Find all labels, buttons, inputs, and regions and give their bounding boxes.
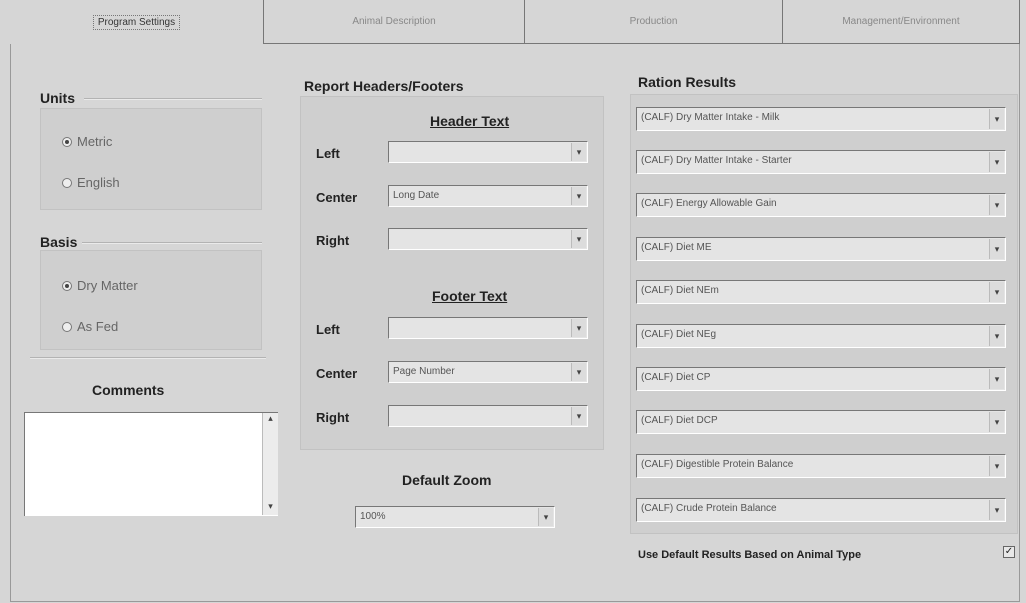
header-right-select[interactable]: ▾ [388, 228, 588, 250]
header-center-value: Long Date [393, 190, 440, 201]
basis-divider [82, 242, 262, 244]
units-divider [84, 98, 262, 100]
ration-results-title: Ration Results [638, 74, 737, 90]
chevron-down-icon[interactable]: ▾ [989, 195, 1004, 215]
header-right-label: Right [316, 233, 350, 248]
ration-result-value: (CALF) Crude Protein Balance [641, 503, 777, 514]
chevron-down-icon[interactable]: ▾ [571, 187, 586, 205]
chevron-down-icon[interactable]: ▾ [571, 230, 586, 248]
scroll-up-icon[interactable]: ▴ [263, 413, 278, 427]
ration-result-value: (CALF) Diet NEm [641, 285, 719, 296]
default-zoom-select[interactable]: 100% ▾ [355, 506, 555, 528]
radio-selected-icon [62, 280, 72, 291]
footer-center-select[interactable]: Page Number ▾ [388, 361, 588, 383]
chevron-down-icon[interactable]: ▾ [989, 239, 1004, 259]
chevron-down-icon[interactable]: ▾ [989, 109, 1004, 129]
header-center-label: Center [316, 190, 358, 205]
default-zoom-value: 100% [360, 511, 386, 522]
basis-as-fed-radio[interactable]: As Fed [62, 319, 118, 334]
header-left-label: Left [316, 146, 340, 161]
chevron-down-icon[interactable]: ▾ [989, 412, 1004, 432]
tab-bar: Program Settings Animal Description Prod… [10, 0, 1020, 45]
radio-selected-icon [62, 136, 72, 147]
chevron-down-icon[interactable]: ▾ [989, 369, 1004, 389]
basis-dry-matter-radio[interactable]: Dry Matter [62, 278, 138, 293]
ration-result-value: (CALF) Diet DCP [641, 415, 718, 426]
chevron-down-icon[interactable]: ▾ [571, 363, 586, 381]
use-default-results-label: Use Default Results Based on Animal Type [638, 549, 862, 561]
radio-unselected-icon [62, 177, 72, 188]
ration-result-value: (CALF) Digestible Protein Balance [641, 459, 794, 470]
report-headers-footers-title: Report Headers/Footers [304, 78, 464, 94]
header-left-select[interactable]: ▾ [388, 141, 588, 163]
radio-label: English [77, 175, 120, 190]
header-center-select[interactable]: Long Date ▾ [388, 185, 588, 207]
ration-result-select-4[interactable]: (CALF) Diet ME ▾ [636, 237, 1006, 261]
tab-label: Animal Description [352, 16, 436, 27]
footer-text-title: Footer Text [432, 288, 508, 304]
footer-right-select[interactable]: ▾ [388, 405, 588, 427]
ration-result-value: (CALF) Energy Allowable Gain [641, 198, 777, 209]
ration-result-value: (CALF) Diet CP [641, 372, 711, 383]
chevron-down-icon[interactable]: ▾ [571, 143, 586, 161]
tab-production[interactable]: Production [525, 0, 783, 44]
footer-left-select[interactable]: ▾ [388, 317, 588, 339]
ration-result-select-7[interactable]: (CALF) Diet CP ▾ [636, 367, 1006, 391]
radio-label: Dry Matter [77, 278, 138, 293]
footer-center-label: Center [316, 366, 358, 381]
tab-label: Program Settings [92, 14, 181, 30]
header-text-title: Header Text [430, 113, 510, 129]
ration-result-select-9[interactable]: (CALF) Digestible Protein Balance ▾ [636, 454, 1006, 478]
chevron-down-icon[interactable]: ▾ [538, 508, 553, 526]
tab-animal-description[interactable]: Animal Description [264, 0, 525, 44]
radio-label: Metric [77, 134, 113, 149]
comments-scrollbar[interactable]: ▴ ▾ [262, 413, 278, 515]
chevron-down-icon[interactable]: ▾ [989, 500, 1004, 520]
chevron-down-icon[interactable]: ▾ [989, 456, 1004, 476]
comments-title: Comments [92, 382, 165, 398]
chevron-down-icon[interactable]: ▾ [989, 152, 1004, 172]
chevron-down-icon[interactable]: ▾ [571, 407, 586, 425]
tab-management-environment[interactable]: Management/Environment [783, 0, 1020, 44]
radio-unselected-icon [62, 321, 72, 332]
tab-label: Management/Environment [842, 16, 960, 27]
units-english-radio[interactable]: English [62, 175, 120, 190]
scroll-down-icon[interactable]: ▾ [263, 501, 278, 515]
ration-result-select-3[interactable]: (CALF) Energy Allowable Gain ▾ [636, 193, 1006, 217]
section-divider [30, 357, 266, 359]
ration-result-select-5[interactable]: (CALF) Diet NEm ▾ [636, 280, 1006, 304]
footer-left-label: Left [316, 322, 340, 337]
units-group [40, 108, 262, 210]
ration-result-select-8[interactable]: (CALF) Diet DCP ▾ [636, 410, 1006, 434]
footer-right-label: Right [316, 410, 350, 425]
footer-center-value: Page Number [393, 366, 455, 377]
ration-result-value: (CALF) Diet NEg [641, 329, 717, 340]
basis-group [40, 250, 262, 350]
ration-result-select-6[interactable]: (CALF) Diet NEg ▾ [636, 324, 1006, 348]
ration-result-value: (CALF) Dry Matter Intake - Milk [641, 112, 780, 123]
comments-textarea[interactable]: ▴ ▾ [24, 412, 278, 516]
chevron-down-icon[interactable]: ▾ [989, 282, 1004, 302]
chevron-down-icon[interactable]: ▾ [989, 326, 1004, 346]
units-title: Units [40, 90, 75, 106]
basis-title: Basis [40, 234, 78, 250]
tab-program-settings[interactable]: Program Settings [10, 0, 264, 44]
ration-result-select-1[interactable]: (CALF) Dry Matter Intake - Milk ▾ [636, 107, 1006, 131]
ration-result-select-2[interactable]: (CALF) Dry Matter Intake - Starter ▾ [636, 150, 1006, 174]
default-zoom-title: Default Zoom [402, 472, 492, 488]
chevron-down-icon[interactable]: ▾ [571, 319, 586, 337]
radio-label: As Fed [77, 319, 119, 334]
ration-result-value: (CALF) Dry Matter Intake - Starter [641, 155, 792, 166]
ration-result-select-10[interactable]: (CALF) Crude Protein Balance ▾ [636, 498, 1006, 522]
units-metric-radio[interactable]: Metric [62, 134, 112, 149]
ration-result-value: (CALF) Diet ME [641, 242, 712, 253]
tab-label: Production [629, 16, 678, 27]
use-default-results-checkbox[interactable]: ✓ [1003, 546, 1015, 558]
